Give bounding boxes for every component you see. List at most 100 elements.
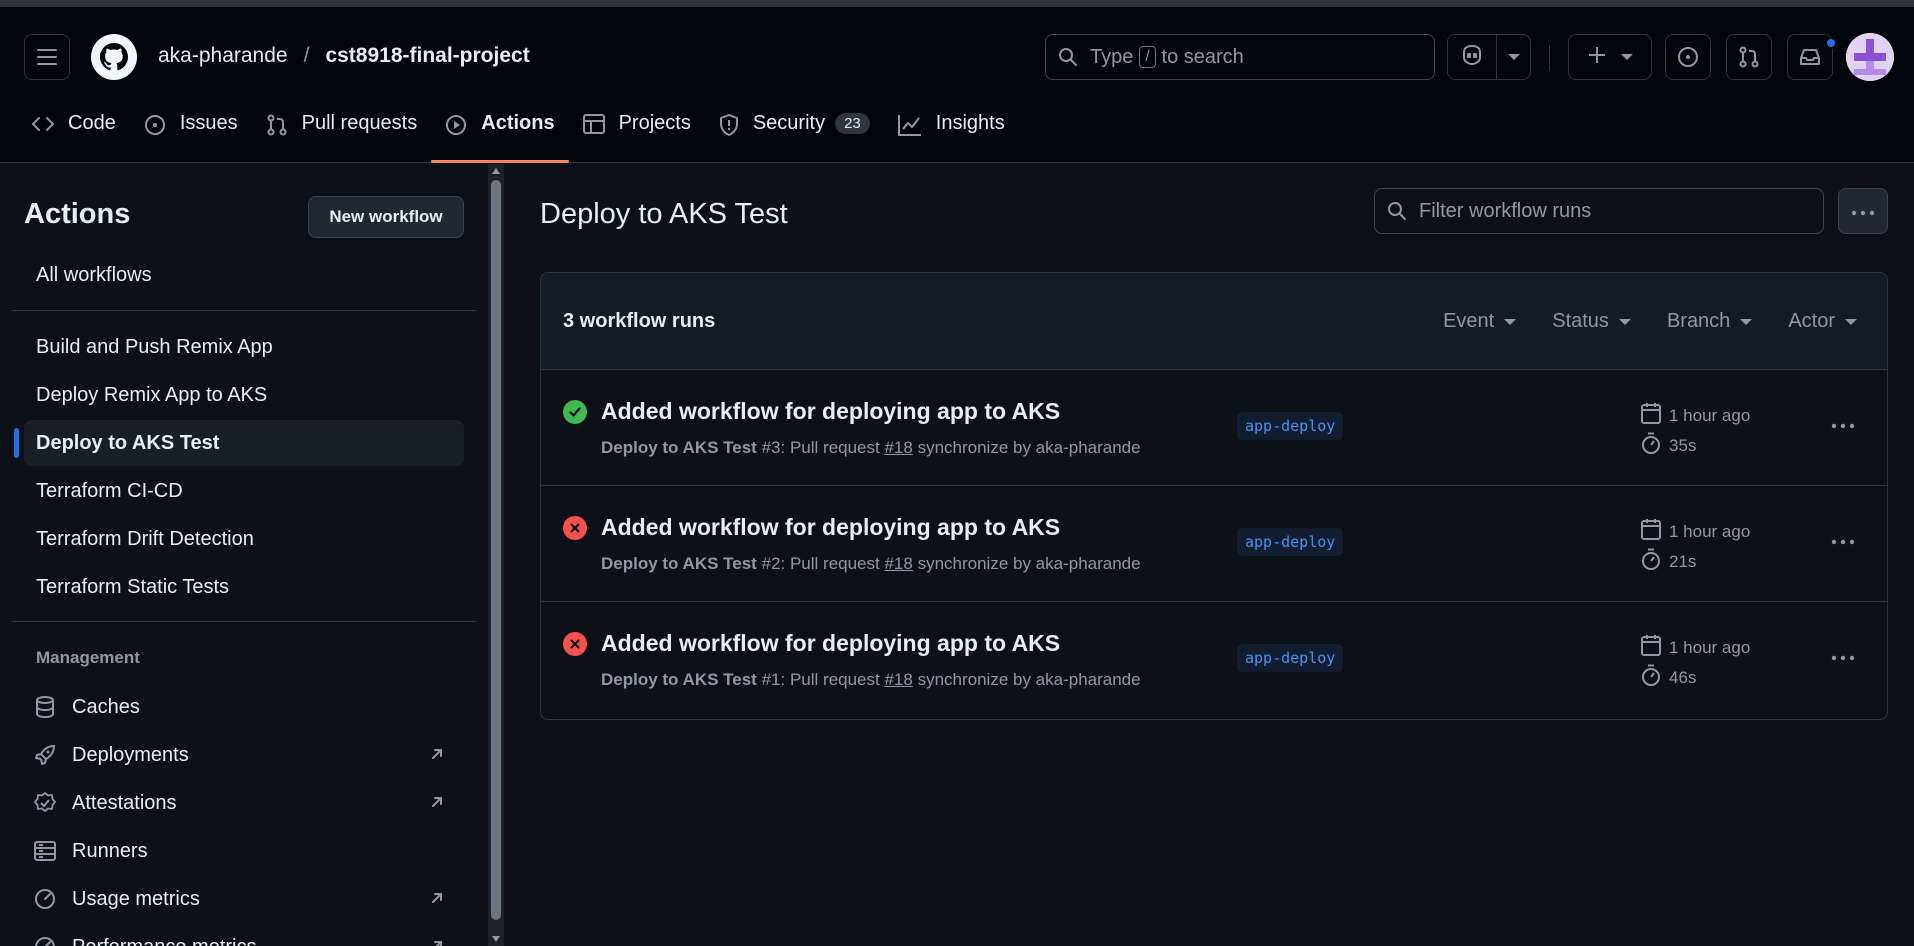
- sidebar-title: Actions: [24, 198, 131, 230]
- filter-workflow-runs-input[interactable]: Filter workflow runs: [1374, 188, 1824, 234]
- tab-projects[interactable]: Projects: [569, 112, 705, 163]
- code-icon: [32, 114, 54, 140]
- runs-list-header: 3 workflow runs Event Status Branch Acto…: [541, 273, 1887, 370]
- workflow-runs-main: Deploy to AKS Test Filter workflow runs …: [504, 164, 1914, 946]
- workflow-run-row[interactable]: Added workflow for deploying app to AKS …: [541, 370, 1887, 486]
- branch-label[interactable]: app-deploy: [1237, 644, 1344, 672]
- menu-button[interactable]: [24, 34, 70, 80]
- sidebar-item-workflow[interactable]: Terraform Drift Detection: [24, 516, 464, 562]
- branch-label[interactable]: app-deploy: [1237, 528, 1344, 556]
- sidebar-item-attestations[interactable]: Attestations: [24, 780, 464, 826]
- branch-label[interactable]: app-deploy: [1237, 412, 1344, 440]
- chevron-down-icon: [1621, 54, 1633, 60]
- pull-request-icon: [1738, 46, 1760, 68]
- tab-security[interactable]: Security 23: [705, 112, 884, 163]
- run-title-link[interactable]: Added workflow for deploying app to AKS: [601, 398, 1060, 425]
- sidebar-item-performance-metrics[interactable]: Performance metrics: [24, 924, 464, 946]
- tab-code[interactable]: Code: [32, 112, 130, 163]
- run-meta: Deploy to AKS Test #2: Pull request #18 …: [601, 554, 1141, 574]
- sidebar-item-all-workflows[interactable]: All workflows: [24, 252, 464, 298]
- run-trigger: synchronize by aka-pharande: [912, 554, 1141, 573]
- filter-placeholder: Filter workflow runs: [1419, 199, 1592, 222]
- pull-request-link[interactable]: #18: [884, 554, 912, 573]
- workflow-run-row[interactable]: Added workflow for deploying app to AKS …: [541, 486, 1887, 602]
- breadcrumb-repo[interactable]: cst8918-final-project: [325, 44, 529, 68]
- copilot-dropdown-button[interactable]: [1496, 35, 1530, 79]
- pull-request-link[interactable]: #18: [884, 670, 912, 689]
- your-issues-button[interactable]: [1665, 34, 1711, 80]
- page-title: Deploy to AKS Test: [540, 198, 788, 230]
- event-filter-dropdown[interactable]: Event: [1443, 310, 1517, 333]
- scroll-down-arrow-icon[interactable]: [492, 936, 500, 942]
- run-event: : Pull request: [780, 670, 885, 689]
- run-time: 1 hour ago: [1641, 402, 1750, 429]
- github-logo-icon[interactable]: [90, 33, 138, 81]
- search-placeholder-prefix: Type: [1090, 45, 1134, 68]
- run-options-button[interactable]: [1823, 640, 1863, 672]
- management-heading: Management: [36, 648, 140, 667]
- stopwatch-icon: [1641, 432, 1661, 459]
- breadcrumb-owner[interactable]: aka-pharande: [158, 44, 288, 68]
- sidebar-item-workflow[interactable]: Terraform Static Tests: [24, 564, 464, 610]
- run-title-link[interactable]: Added workflow for deploying app to AKS: [601, 514, 1060, 541]
- graph-icon: [897, 114, 922, 142]
- kebab-horizontal-icon: [1831, 414, 1855, 434]
- actor-filter-dropdown[interactable]: Actor: [1788, 310, 1857, 333]
- search-icon: [1387, 201, 1407, 221]
- tab-actions[interactable]: Actions: [431, 112, 569, 163]
- issue-icon: [144, 114, 166, 142]
- sidebar-item-deployments[interactable]: Deployments: [24, 732, 464, 778]
- run-duration-text: 21s: [1669, 551, 1697, 571]
- run-duration: 35s: [1641, 432, 1696, 459]
- issue-icon: [1677, 46, 1699, 68]
- run-title-link[interactable]: Added workflow for deploying app to AKS: [601, 630, 1060, 657]
- scroll-up-arrow-icon[interactable]: [492, 168, 500, 174]
- actions-sidebar: Actions New workflow All workflows Build…: [0, 164, 488, 946]
- run-time-text: 1 hour ago: [1669, 405, 1751, 425]
- tab-pull-requests[interactable]: Pull requests: [252, 112, 432, 163]
- sidebar-item-workflow[interactable]: Deploy Remix App to AKS: [24, 372, 464, 418]
- run-workflow-name: Deploy to AKS Test: [601, 670, 757, 689]
- avatar[interactable]: [1846, 33, 1894, 81]
- sidebar-item-usage-metrics[interactable]: Usage metrics: [24, 876, 464, 922]
- app-header: aka-pharande / cst8918-final-project Typ…: [0, 7, 1914, 163]
- global-search-input[interactable]: Type / to search: [1045, 34, 1435, 80]
- create-new-button[interactable]: [1568, 34, 1652, 80]
- sidebar-item-runners[interactable]: Runners: [24, 828, 464, 874]
- stopwatch-icon: [1641, 664, 1661, 691]
- tab-issues[interactable]: Issues: [130, 112, 252, 163]
- tab-label: Actions: [481, 112, 555, 134]
- pull-request-icon: [266, 114, 288, 142]
- run-meta: Deploy to AKS Test #1: Pull request #18 …: [601, 670, 1141, 690]
- status-filter-dropdown[interactable]: Status: [1552, 310, 1631, 333]
- runs-filters: Event Status Branch Actor: [1443, 273, 1857, 370]
- run-event: : Pull request: [780, 554, 885, 573]
- search-placeholder-suffix: to search: [1161, 45, 1244, 68]
- verified-icon: [34, 792, 60, 814]
- workflow-options-button[interactable]: [1838, 188, 1888, 234]
- sidebar-item-workflow[interactable]: Terraform CI-CD: [24, 468, 464, 514]
- repository-tabs: Code Issues Pull requests Actions Projec…: [32, 112, 1019, 163]
- scrollbar-thumb[interactable]: [491, 180, 501, 920]
- runs-count: 3 workflow runs: [563, 309, 716, 332]
- workflow-run-row[interactable]: Added workflow for deploying app to AKS …: [541, 602, 1887, 718]
- new-workflow-button[interactable]: New workflow: [308, 196, 464, 238]
- run-options-button[interactable]: [1823, 408, 1863, 440]
- sidebar-item-label: Runners: [72, 839, 148, 862]
- sidebar-item-caches[interactable]: Caches: [24, 684, 464, 730]
- copilot-button-group: [1447, 34, 1531, 80]
- sidebar-item-workflow-active[interactable]: Deploy to AKS Test: [14, 420, 464, 466]
- sidebar-item-workflow[interactable]: Build and Push Remix App: [24, 324, 464, 370]
- tab-label: Security: [752, 112, 826, 134]
- pull-request-link[interactable]: #18: [884, 438, 912, 457]
- sidebar-scrollbar[interactable]: [488, 164, 504, 946]
- filter-label: Branch: [1666, 310, 1731, 332]
- copilot-button[interactable]: [1448, 35, 1496, 79]
- kebab-horizontal-icon: [1831, 646, 1855, 666]
- sidebar-item-label: Caches: [72, 695, 140, 718]
- tab-label: Code: [68, 112, 116, 134]
- tab-insights[interactable]: Insights: [884, 112, 1019, 163]
- run-options-button[interactable]: [1823, 524, 1863, 556]
- branch-filter-dropdown[interactable]: Branch: [1666, 310, 1753, 333]
- your-pull-requests-button[interactable]: [1726, 34, 1772, 80]
